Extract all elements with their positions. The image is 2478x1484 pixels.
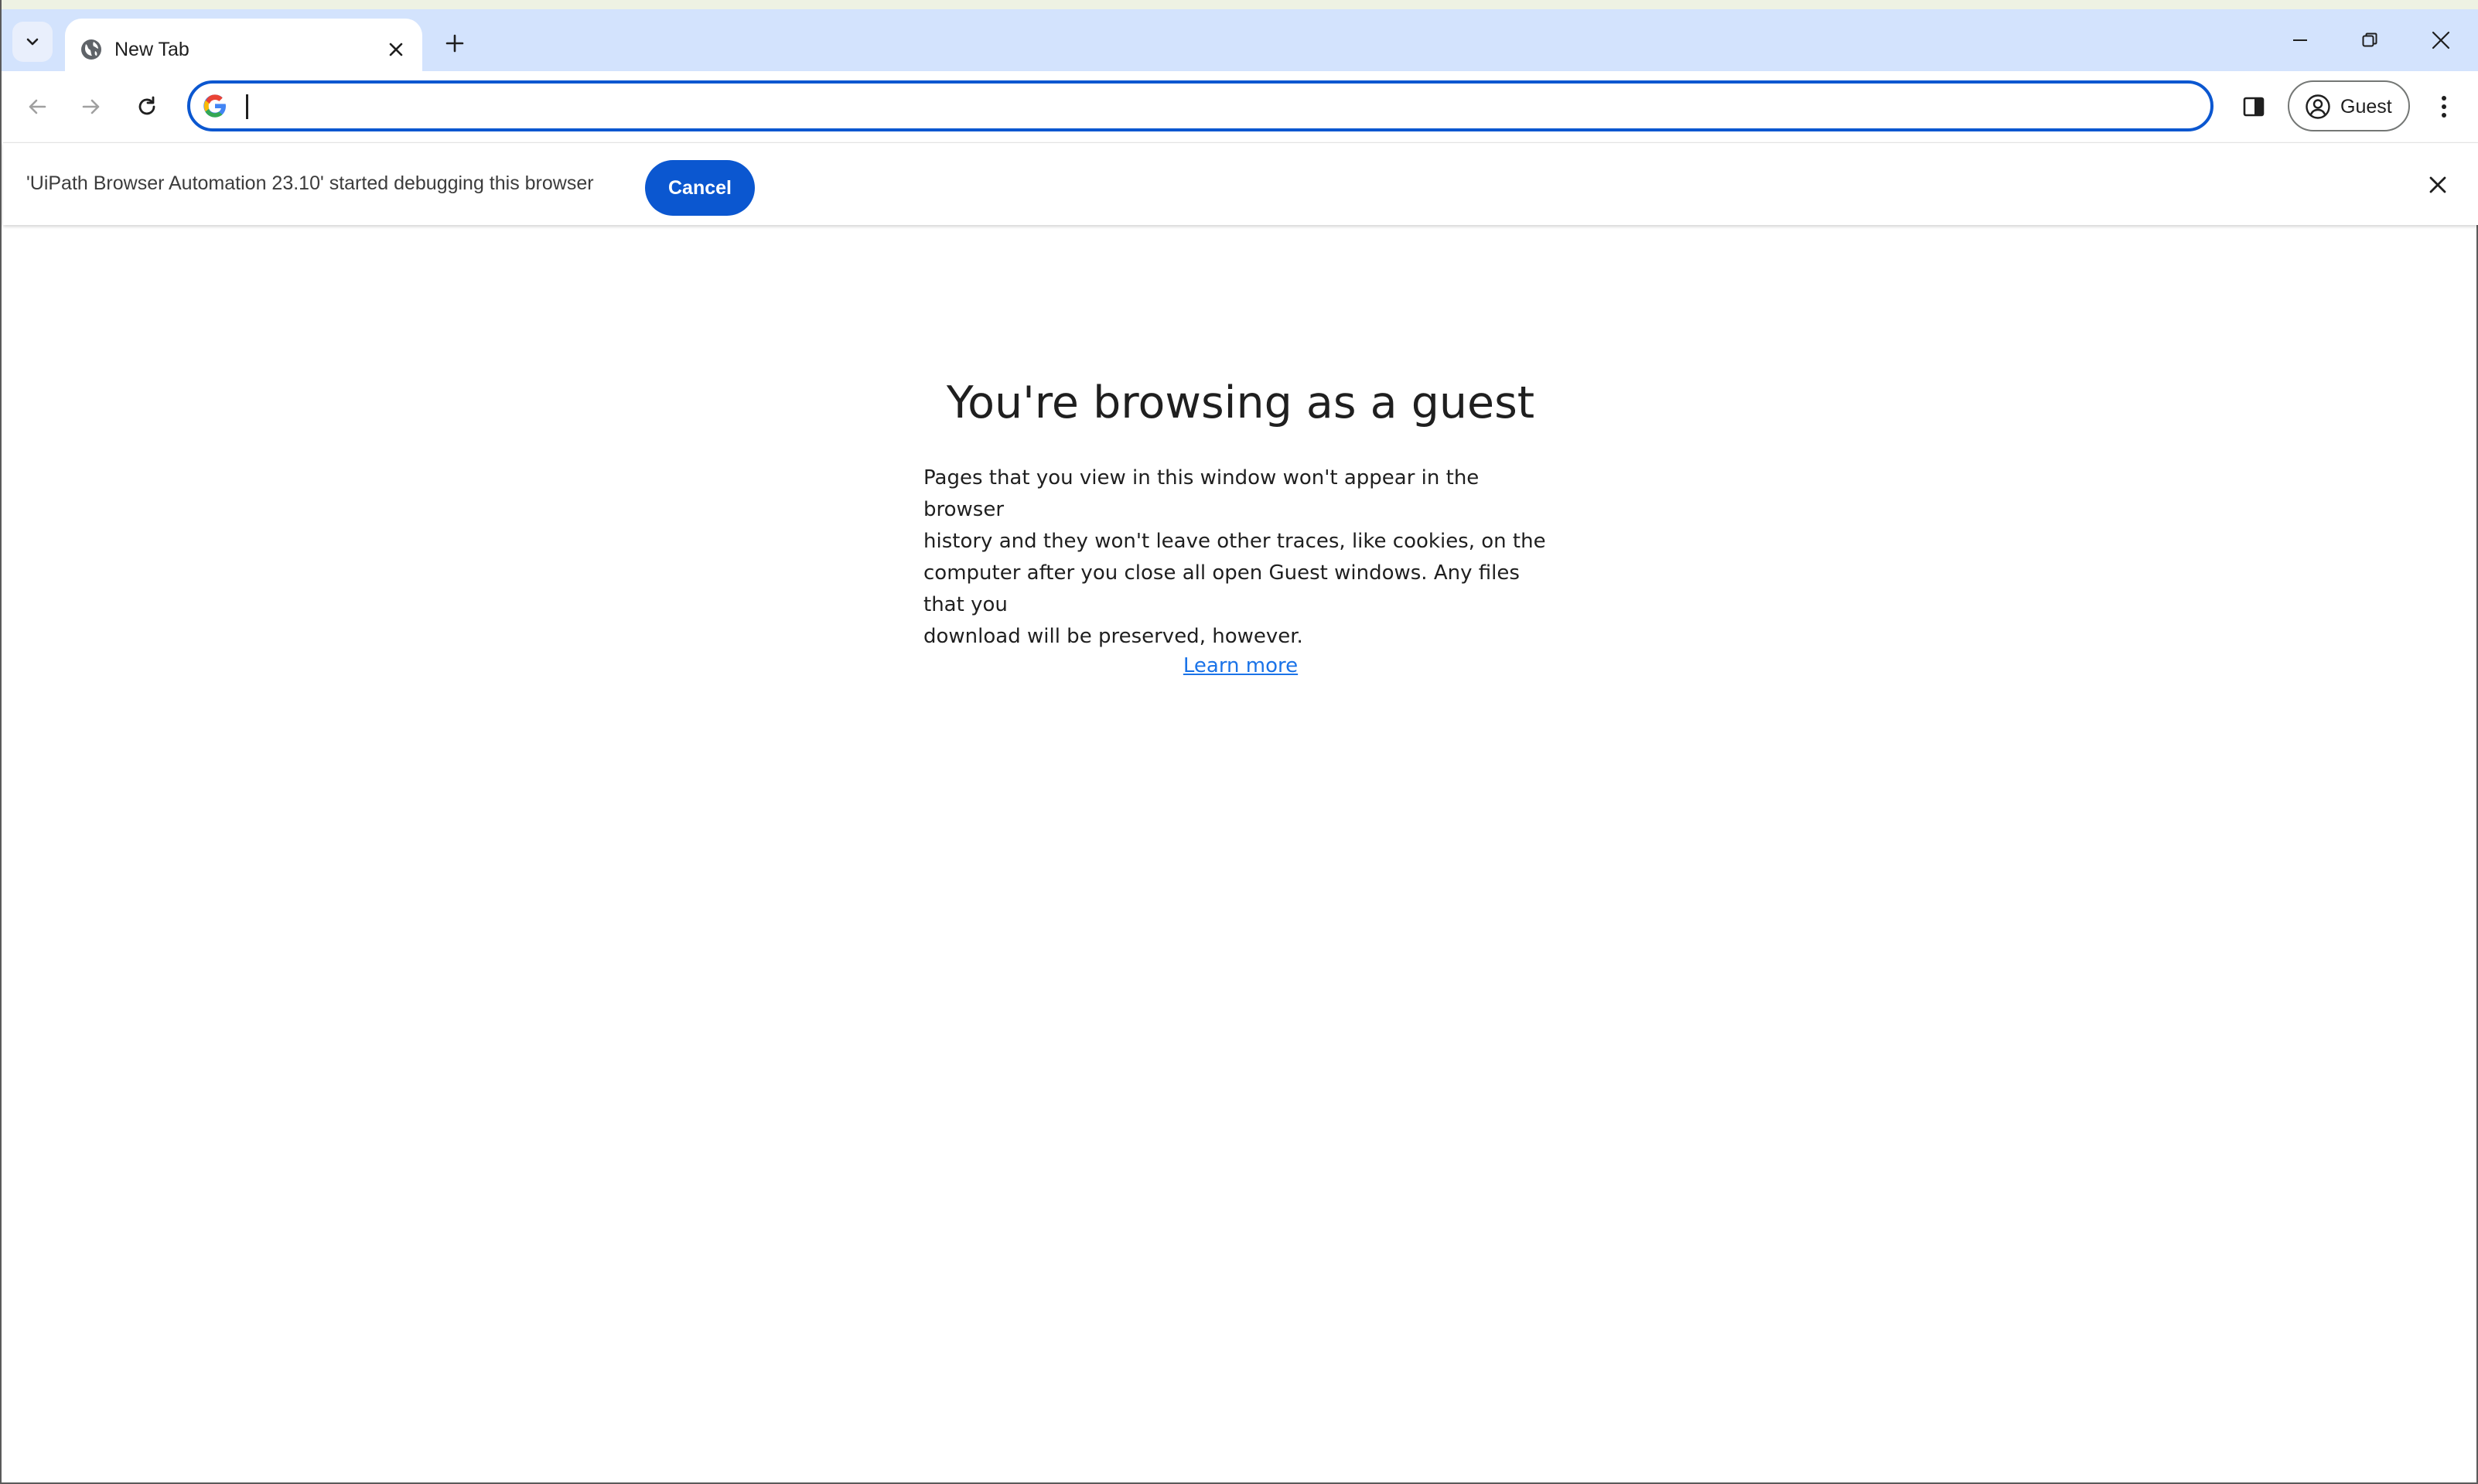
page-title: You're browsing as a guest — [946, 377, 1535, 428]
debugging-infobar: 'UiPath Browser Automation 23.10' starte… — [3, 142, 2478, 225]
browser-window: New Tab Guest 'UiPath Browser Automation… — [0, 0, 2478, 1484]
forward-button[interactable] — [70, 85, 113, 128]
globe-icon — [81, 39, 101, 60]
cancel-button[interactable]: Cancel — [645, 160, 755, 216]
more-vert-icon — [2442, 96, 2446, 118]
minimize-icon — [2293, 39, 2307, 41]
tab-search-button[interactable] — [12, 22, 53, 62]
close-window-button[interactable] — [2410, 19, 2472, 62]
new-tab-button[interactable] — [436, 25, 473, 62]
reload-icon — [138, 96, 155, 115]
chevron-down-icon — [26, 38, 39, 46]
description-line: download will be preserved, however. — [923, 625, 1303, 648]
close-icon — [2429, 176, 2446, 193]
guest-description: Pages that you view in this window won't… — [923, 462, 1565, 653]
learn-more-link[interactable]: Learn more — [1183, 654, 1298, 677]
guest-page-content: You're browsing as a guest Pages that yo… — [2, 226, 2478, 1482]
description-line: Pages that you view in this window won't… — [923, 466, 1480, 521]
close-icon — [389, 43, 403, 56]
profile-label: Guest — [2340, 96, 2392, 118]
profile-button[interactable]: Guest — [2288, 80, 2410, 131]
browser-menu-button[interactable] — [2422, 85, 2466, 128]
text-caret — [246, 94, 248, 119]
plus-icon — [445, 34, 464, 53]
google-g-icon — [203, 94, 226, 118]
tab-close-button[interactable] — [381, 34, 411, 65]
infobar-message: 'UiPath Browser Automation 23.10' starte… — [26, 172, 594, 194]
side-panel-icon — [2243, 97, 2265, 117]
arrow-left-icon — [29, 99, 46, 114]
learn-more-container: Learn more — [2, 653, 2478, 679]
restore-icon — [2362, 32, 2377, 47]
arrow-right-icon — [82, 99, 100, 114]
tab-title: New Tab — [114, 39, 189, 60]
infobar-close-button[interactable] — [2419, 166, 2456, 203]
browser-toolbar: Guest — [2, 71, 2478, 142]
restore-button[interactable] — [2339, 19, 2401, 62]
minimize-button[interactable] — [2269, 19, 2331, 62]
address-bar[interactable] — [187, 80, 2213, 131]
side-panel-button[interactable] — [2232, 85, 2275, 128]
description-line: history and they won't leave other trace… — [923, 530, 1546, 553]
window-top-strip — [2, 0, 2478, 9]
omnibox-input[interactable] — [244, 88, 2181, 125]
reload-button[interactable] — [125, 85, 169, 128]
account-circle-icon — [2306, 94, 2330, 119]
back-button[interactable] — [15, 85, 59, 128]
close-icon — [2432, 31, 2450, 49]
tab-strip: New Tab — [2, 9, 2478, 80]
description-line: computer after you close all open Guest … — [923, 561, 1520, 616]
